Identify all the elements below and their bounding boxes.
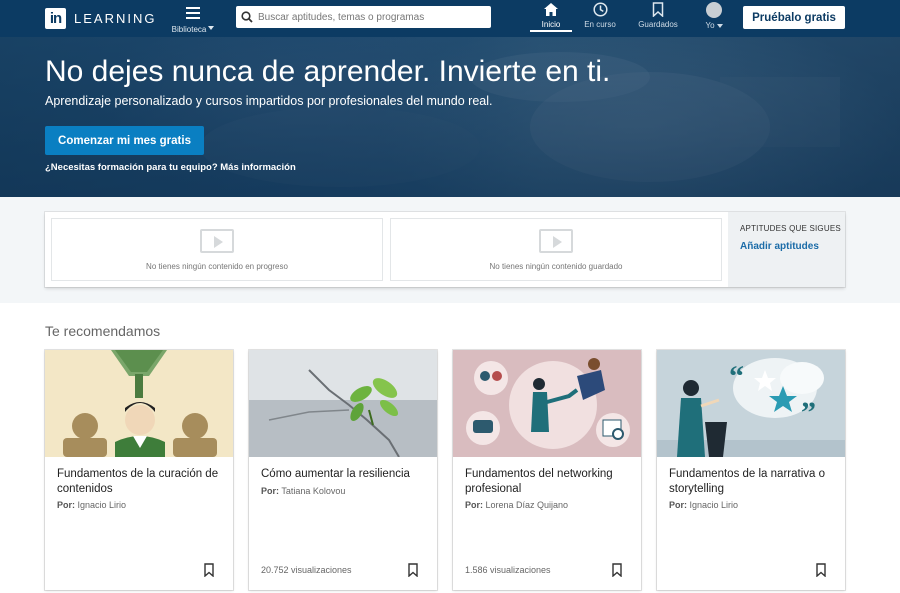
search-bar	[236, 6, 491, 28]
course-title: Fundamentos del networking profesional	[465, 468, 613, 495]
try-free-button[interactable]: Pruébalo gratis	[743, 6, 845, 29]
caret-down-icon	[208, 25, 215, 30]
followed-skills-panel: APTITUDES QUE SIGUES Añadir aptitudes	[728, 212, 845, 287]
course-card[interactable]: “ ” Fundamentos de la narrativa o storyt…	[657, 350, 845, 590]
bookmark-icon[interactable]	[408, 563, 418, 577]
svg-text:”: ”	[801, 396, 816, 429]
learning-status-card: No tienes ningún contenido en progreso N…	[45, 212, 845, 287]
start-free-month-button[interactable]: Comenzar mi mes gratis	[45, 126, 204, 155]
course-title: Cómo aumentar la resiliencia	[261, 468, 410, 480]
hero-banner: No dejes nunca de aprender. Invierte en …	[0, 37, 900, 197]
top-nav: in LEARNING Biblioteca Inicio En curso G…	[0, 0, 900, 37]
course-thumbnail	[249, 350, 437, 457]
svg-text:“: “	[729, 360, 744, 393]
logo-text: LEARNING	[74, 11, 157, 26]
nav-item-en-curso[interactable]: En curso	[580, 2, 620, 29]
course-thumbnail	[45, 350, 233, 457]
add-skills-link[interactable]: Añadir aptitudes	[740, 241, 845, 252]
video-play-icon	[539, 229, 573, 253]
hero-title: No dejes nunca de aprender. Invierte en …	[45, 55, 611, 88]
course-author: Por: Tatiana Kolovou	[261, 486, 346, 496]
list-icon	[186, 7, 200, 19]
library-menu[interactable]: Biblioteca	[168, 4, 218, 37]
course-card[interactable]: Fundamentos del networking profesional P…	[453, 350, 641, 590]
course-author: Por: Ignacio Lirio	[57, 500, 127, 510]
saved-empty-state: No tienes ningún contenido guardado	[390, 218, 722, 281]
empty-message: No tienes ningún contenido guardado	[489, 262, 623, 271]
course-card[interactable]: Fundamentos de la curación de contenidos…	[45, 350, 233, 590]
recommendations-heading: Te recomendamos	[45, 323, 161, 339]
caret-down-icon	[716, 23, 723, 28]
course-views: 20.752 visualizaciones	[261, 565, 352, 575]
in-progress-empty-state: No tienes ningún contenido en progreso	[51, 218, 383, 281]
course-author: Por: Ignacio Lirio	[669, 500, 739, 510]
course-author: Por: Lorena Díaz Quijano	[465, 500, 569, 510]
search-icon	[241, 11, 253, 23]
course-title: Fundamentos de la curación de contenidos	[57, 468, 219, 495]
bookmark-icon	[652, 2, 664, 17]
nav-item-guardados[interactable]: Guardados	[634, 2, 682, 29]
nav-item-label: Yo	[705, 21, 715, 30]
video-play-icon	[200, 229, 234, 253]
team-training-link[interactable]: ¿Necesitas formación para tu equipo? Más…	[45, 162, 296, 173]
course-title: Fundamentos de la narrativa o storytelli…	[669, 468, 825, 495]
linkedin-learning-logo[interactable]: in LEARNING	[45, 8, 156, 29]
search-input[interactable]	[258, 8, 491, 26]
nav-item-yo[interactable]: Yo	[700, 2, 728, 30]
nav-item-inicio[interactable]: Inicio	[530, 2, 572, 32]
nav-item-label: En curso	[584, 20, 616, 29]
nav-item-label: Inicio	[541, 20, 561, 29]
clock-icon	[592, 2, 608, 17]
linkedin-logo-icon: in	[45, 8, 66, 29]
avatar	[706, 2, 722, 18]
bookmark-icon[interactable]	[204, 563, 214, 577]
hero-subtitle: Aprendizaje personalizado y cursos impar…	[45, 94, 493, 108]
skills-heading: APTITUDES QUE SIGUES	[740, 224, 841, 233]
course-views: 1.586 visualizaciones	[465, 565, 551, 575]
course-thumbnail	[453, 350, 641, 457]
bookmark-icon[interactable]	[816, 563, 826, 577]
bookmark-icon[interactable]	[612, 563, 622, 577]
course-thumbnail: “ ”	[657, 350, 845, 457]
home-icon	[544, 3, 558, 16]
empty-message: No tienes ningún contenido en progreso	[146, 262, 288, 271]
library-label: Biblioteca	[171, 25, 207, 34]
course-card[interactable]: Cómo aumentar la resiliencia Por: Tatian…	[249, 350, 437, 590]
nav-item-label: Guardados	[638, 20, 678, 29]
